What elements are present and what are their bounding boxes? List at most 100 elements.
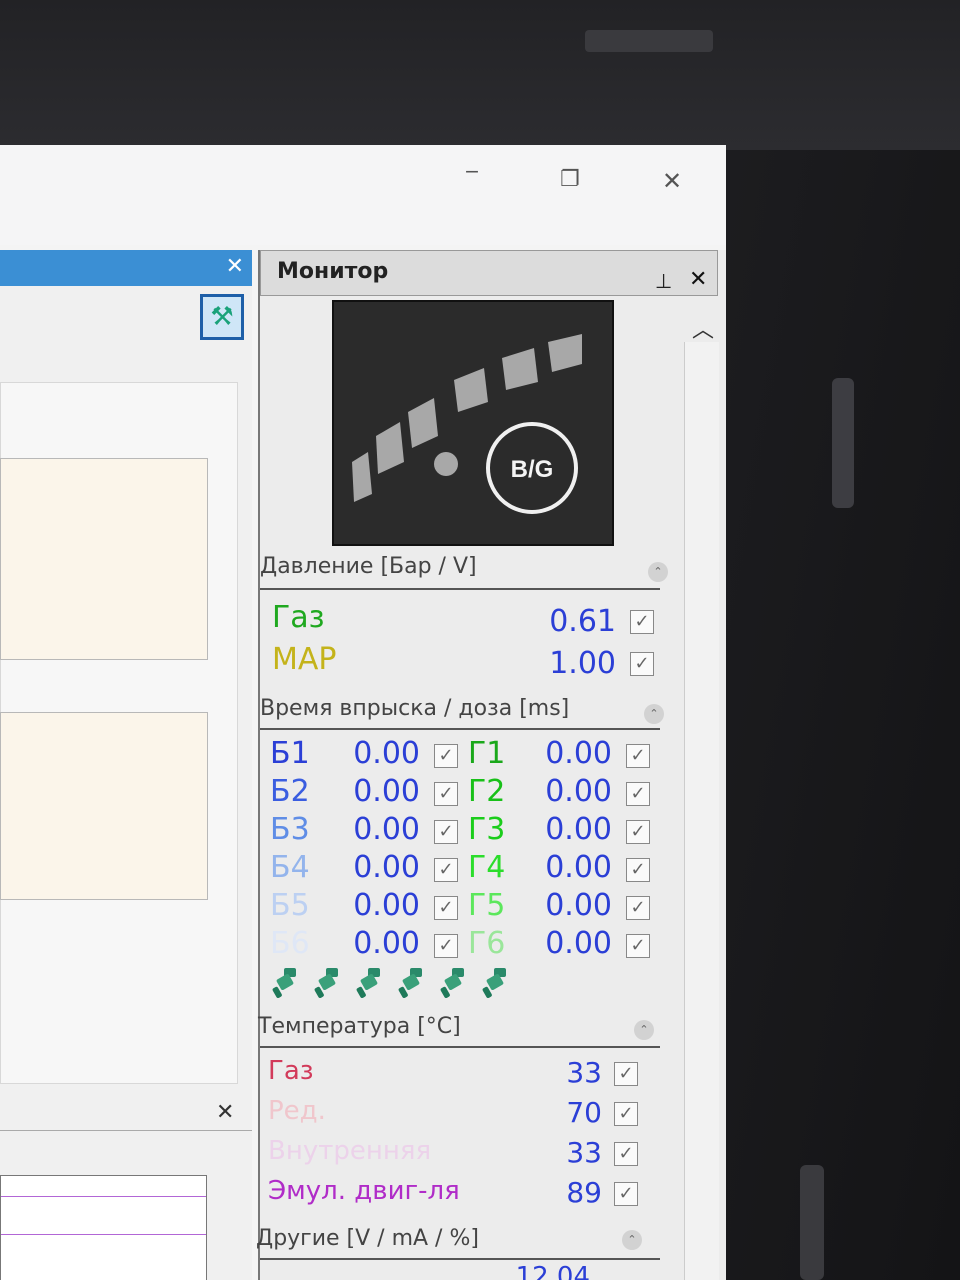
pressure-section-rule (260, 588, 660, 590)
gas-injector-label: Г6 (468, 926, 506, 961)
injector-icon (440, 968, 464, 998)
petrol-injector-checkbox[interactable]: ✓ (434, 896, 458, 920)
temperature-value: 33 (566, 1136, 602, 1169)
gas-injector-value: 0.00 (545, 850, 612, 885)
fuel-gauge-graphic: B/G (352, 334, 582, 514)
gauge-dot (434, 452, 458, 476)
temperature-checkbox[interactable]: ✓ (614, 1102, 638, 1126)
gauge-badge-text: B/G (511, 456, 554, 483)
other-section-rule (260, 1258, 660, 1260)
petrol-injector-value: 0.00 (353, 812, 420, 847)
injector-icon (482, 968, 506, 998)
petrol-injector-label: Б3 (270, 812, 310, 847)
gas-injector-value: 0.00 (545, 926, 612, 961)
grid-line (1, 1196, 206, 1197)
temperature-label: Газ (268, 1056, 314, 1086)
bezel-hinge-upper (832, 378, 854, 508)
injector-icon (398, 968, 422, 998)
gas-injector-label: Г1 (468, 736, 506, 771)
monitor-title: Монитор (277, 259, 389, 284)
gauge-segment (408, 398, 438, 448)
petrol-injector-checkbox[interactable]: ✓ (434, 858, 458, 882)
pressure-gas-value: 0.61 (549, 604, 616, 639)
left-panel: ✕ ⚒ ✕ (0, 250, 252, 1280)
temperature-value: 89 (566, 1176, 602, 1209)
gas-injector-checkbox[interactable]: ✓ (626, 744, 650, 768)
petrol-injector-value: 0.00 (353, 850, 420, 885)
pressure-gas-checkbox[interactable]: ✓ (630, 610, 654, 634)
petrol-injector-checkbox[interactable]: ✓ (434, 820, 458, 844)
gauge-segment (454, 368, 488, 412)
monitor-header: Монитор ⊥ ✕ (260, 250, 718, 296)
petrol-injector-label: Б1 (270, 736, 310, 771)
gauge-segment (548, 334, 582, 372)
wrench-icon[interactable]: ⚒ (200, 294, 244, 340)
temperature-checkbox[interactable]: ✓ (614, 1182, 638, 1206)
monitor-close-button[interactable]: ✕ (689, 267, 707, 292)
petrol-injector-checkbox[interactable]: ✓ (434, 934, 458, 958)
scrollbar[interactable] (684, 342, 719, 1280)
other-first-value: 12.04 (515, 1262, 590, 1280)
petrol-injector-checkbox[interactable]: ✓ (434, 744, 458, 768)
gas-injector-label: Г5 (468, 888, 506, 923)
gas-injector-checkbox[interactable]: ✓ (626, 858, 650, 882)
left-panel-close-button[interactable]: ✕ (226, 254, 244, 279)
left-panel-header: ✕ (0, 250, 252, 286)
bottom-panel-divider (0, 1130, 252, 1131)
gas-injector-value: 0.00 (545, 774, 612, 809)
left-panel-box-1 (0, 458, 208, 660)
bezel-latch (585, 30, 713, 52)
other-collapse-icon[interactable]: ⌃ (622, 1230, 642, 1250)
pin-icon[interactable]: ⊥ (655, 269, 672, 293)
injection-collapse-icon[interactable]: ⌃ (644, 704, 664, 724)
temperature-checkbox[interactable]: ✓ (614, 1062, 638, 1086)
temperature-label: Ред. (268, 1096, 326, 1126)
scroll-up-icon[interactable]: ︿ (692, 312, 714, 344)
pressure-section-title: Давление [Бар / V] (260, 554, 477, 579)
temperature-checkbox[interactable]: ✓ (614, 1142, 638, 1166)
left-panel-box-2 (0, 712, 208, 900)
injector-icon (356, 968, 380, 998)
pressure-map-value: 1.00 (549, 646, 616, 681)
grid-line (1, 1234, 206, 1235)
petrol-injector-checkbox[interactable]: ✓ (434, 782, 458, 806)
gas-injector-value: 0.00 (545, 812, 612, 847)
maximize-button[interactable]: ❐ (560, 167, 580, 192)
petrol-injector-value: 0.00 (353, 888, 420, 923)
gas-injector-checkbox[interactable]: ✓ (626, 896, 650, 920)
petrol-injector-label: Б4 (270, 850, 310, 885)
gas-injector-label: Г3 (468, 812, 506, 847)
injector-icon (314, 968, 338, 998)
gas-injector-checkbox[interactable]: ✓ (626, 782, 650, 806)
temperature-label: Эмул. двиг-ля (268, 1176, 460, 1206)
other-section-title: Другие [V / mA / %] (256, 1226, 479, 1251)
injector-icon (272, 968, 296, 998)
petrol-injector-value: 0.00 (353, 774, 420, 809)
minimize-button[interactable]: ‒ (465, 159, 479, 184)
gauge-segment (376, 422, 404, 474)
screen: ‒ ❐ ✕ ✕ ⚒ ✕ Монитор ⊥ ✕ ︿ B/G Давление [… (0, 145, 726, 1280)
temperature-value: 33 (566, 1056, 602, 1089)
gas-injector-label: Г2 (468, 774, 506, 809)
temperature-collapse-icon[interactable]: ⌃ (634, 1020, 654, 1040)
bottom-panel-close-button[interactable]: ✕ (216, 1100, 234, 1125)
monitor-panel: Монитор ⊥ ✕ ︿ B/G Давление [Бар / V] ⌃ Г… (256, 250, 726, 1280)
gas-injector-checkbox[interactable]: ✓ (626, 820, 650, 844)
petrol-injector-value: 0.00 (353, 926, 420, 961)
temperature-value: 70 (566, 1096, 602, 1129)
close-window-button[interactable]: ✕ (662, 167, 682, 195)
bottom-panel-grid (0, 1175, 207, 1280)
temperature-section-rule (260, 1046, 660, 1048)
petrol-injector-label: Б5 (270, 888, 310, 923)
pressure-map-checkbox[interactable]: ✓ (630, 652, 654, 676)
bezel-top (0, 0, 960, 150)
pressure-collapse-icon[interactable]: ⌃ (648, 562, 668, 582)
petrol-injector-label: Б6 (270, 926, 310, 961)
injection-section-title: Время впрыска / доза [ms] (260, 696, 570, 721)
petrol-injector-value: 0.00 (353, 736, 420, 771)
gas-injector-checkbox[interactable]: ✓ (626, 934, 650, 958)
gauge-segment (502, 348, 538, 390)
injection-section-rule (260, 728, 660, 730)
pressure-map-label: MAP (272, 642, 337, 677)
bezel-hinge-lower (800, 1165, 824, 1280)
